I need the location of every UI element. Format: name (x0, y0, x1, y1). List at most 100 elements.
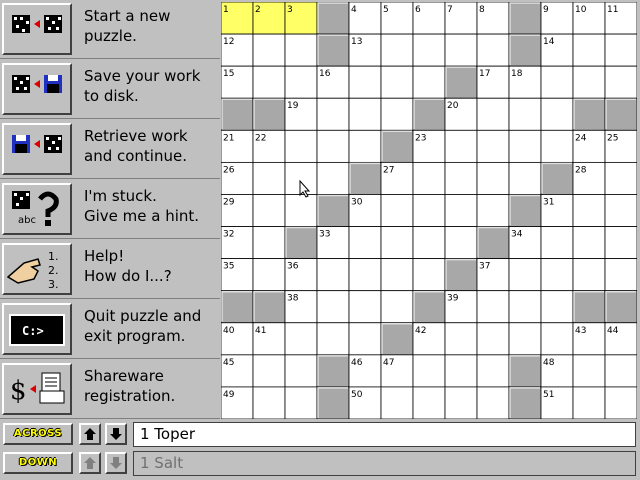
grid-cell[interactable] (444, 129, 478, 163)
grid-cell[interactable] (284, 354, 318, 388)
grid-cell[interactable] (508, 161, 542, 195)
grid-cell[interactable] (508, 290, 542, 324)
grid-cell[interactable] (284, 65, 318, 99)
grid-cell[interactable] (380, 258, 414, 292)
grid-cell[interactable] (380, 97, 414, 131)
grid-cell[interactable] (380, 290, 414, 324)
grid-cell[interactable] (252, 386, 286, 419)
grid-cell[interactable] (316, 258, 350, 292)
grid-cell[interactable] (476, 97, 510, 131)
grid-cell[interactable] (316, 290, 350, 324)
grid-cell[interactable] (252, 194, 286, 227)
grid-cell[interactable] (316, 129, 350, 163)
grid-cell[interactable] (284, 33, 318, 67)
grid-cell[interactable] (412, 33, 446, 67)
grid-cell[interactable] (380, 194, 414, 227)
grid-cell[interactable] (572, 226, 606, 260)
grid-cell[interactable] (348, 129, 382, 163)
grid-cell[interactable] (508, 97, 542, 131)
grid-cell[interactable] (476, 194, 510, 227)
grid-cell[interactable] (412, 226, 446, 260)
grid-cell[interactable] (540, 322, 574, 356)
quit-button[interactable]: C:> Quit puzzle and exit program. (0, 300, 220, 359)
grid-cell[interactable] (444, 354, 478, 388)
grid-cell[interactable] (412, 386, 446, 419)
grid-cell[interactable] (380, 65, 414, 99)
grid-cell[interactable] (476, 33, 510, 67)
grid-cell[interactable] (348, 226, 382, 260)
grid-cell[interactable] (348, 65, 382, 99)
grid-cell[interactable] (412, 161, 446, 195)
grid-cell[interactable] (572, 354, 606, 388)
grid-cell[interactable] (284, 322, 318, 356)
grid-cell[interactable] (476, 386, 510, 419)
down-next-button[interactable] (105, 452, 127, 474)
grid-cell[interactable] (540, 129, 574, 163)
across-next-button[interactable] (105, 423, 127, 445)
grid-cell[interactable] (476, 322, 510, 356)
shareware-registration-button[interactable]: $ Shareware registration. (0, 360, 220, 419)
grid-cell[interactable] (508, 258, 542, 292)
grid-cell[interactable] (316, 97, 350, 131)
hint-button[interactable]: abc I'm stuck. Give me a hint. (0, 180, 220, 239)
grid-cell[interactable] (604, 33, 637, 67)
grid-cell[interactable] (508, 129, 542, 163)
grid-cell[interactable] (540, 258, 574, 292)
grid-cell[interactable] (508, 322, 542, 356)
crossword-grid-svg[interactable]: 1 2 3 4 5 6 7 8 9 10 1112 13 1415 16 17 1819 2021 22 23 24 2… (221, 2, 637, 419)
grid-cell[interactable] (252, 258, 286, 292)
across-button[interactable]: ACROSS (3, 423, 73, 445)
grid-cell[interactable] (572, 386, 606, 419)
grid-cell[interactable] (604, 161, 637, 195)
grid-cell[interactable] (284, 129, 318, 163)
grid-cell[interactable] (572, 258, 606, 292)
grid-cell[interactable] (412, 194, 446, 227)
grid-cell[interactable] (252, 65, 286, 99)
save-work-button[interactable]: Save your work to disk. (0, 60, 220, 119)
grid-cell[interactable] (412, 354, 446, 388)
grid-cell[interactable] (476, 129, 510, 163)
down-prev-button[interactable] (79, 452, 101, 474)
grid-cell[interactable] (284, 386, 318, 419)
grid-cell[interactable] (540, 97, 574, 131)
help-button[interactable]: 1. 2. 3. Help! How do I...? (0, 240, 220, 299)
grid-cell[interactable] (572, 33, 606, 67)
grid-cell[interactable] (316, 322, 350, 356)
grid-cell[interactable] (252, 226, 286, 260)
grid-cell[interactable] (348, 322, 382, 356)
grid-cell[interactable] (348, 258, 382, 292)
grid-cell[interactable] (540, 290, 574, 324)
grid-cell[interactable] (476, 354, 510, 388)
grid-cell[interactable] (444, 161, 478, 195)
grid-cell[interactable] (604, 65, 637, 99)
across-prev-button[interactable] (79, 423, 101, 445)
grid-cell[interactable] (380, 386, 414, 419)
grid-cell[interactable] (572, 65, 606, 99)
grid-cell[interactable] (412, 258, 446, 292)
grid-cell[interactable] (412, 65, 446, 99)
grid-cell[interactable] (604, 386, 637, 419)
grid-cell[interactable] (444, 322, 478, 356)
grid-cell[interactable] (252, 161, 286, 195)
grid-cell[interactable] (348, 97, 382, 131)
grid-cell[interactable] (572, 194, 606, 227)
grid-cell[interactable] (348, 290, 382, 324)
new-puzzle-button[interactable]: Start a new puzzle. (0, 0, 220, 59)
grid-cell[interactable] (476, 161, 510, 195)
grid-cell[interactable] (476, 290, 510, 324)
grid-cell[interactable] (604, 194, 637, 227)
grid-cell[interactable] (604, 258, 637, 292)
grid-cell[interactable] (380, 33, 414, 67)
grid-cell[interactable] (380, 226, 414, 260)
grid-cell[interactable] (444, 386, 478, 419)
grid-cell[interactable] (604, 354, 637, 388)
grid-cell[interactable] (444, 33, 478, 67)
grid-cell[interactable] (444, 226, 478, 260)
grid-cell[interactable] (252, 33, 286, 67)
grid-cell[interactable] (444, 194, 478, 227)
crossword-grid[interactable]: 1 2 3 4 5 6 7 8 9 10 11 12 13 14 15 16 17 18 19 20 21 22 23 24 2… (221, 2, 637, 419)
grid-cell[interactable] (540, 65, 574, 99)
grid-cell[interactable] (252, 354, 286, 388)
grid-cell[interactable] (284, 194, 318, 227)
grid-cell[interactable] (604, 226, 637, 260)
